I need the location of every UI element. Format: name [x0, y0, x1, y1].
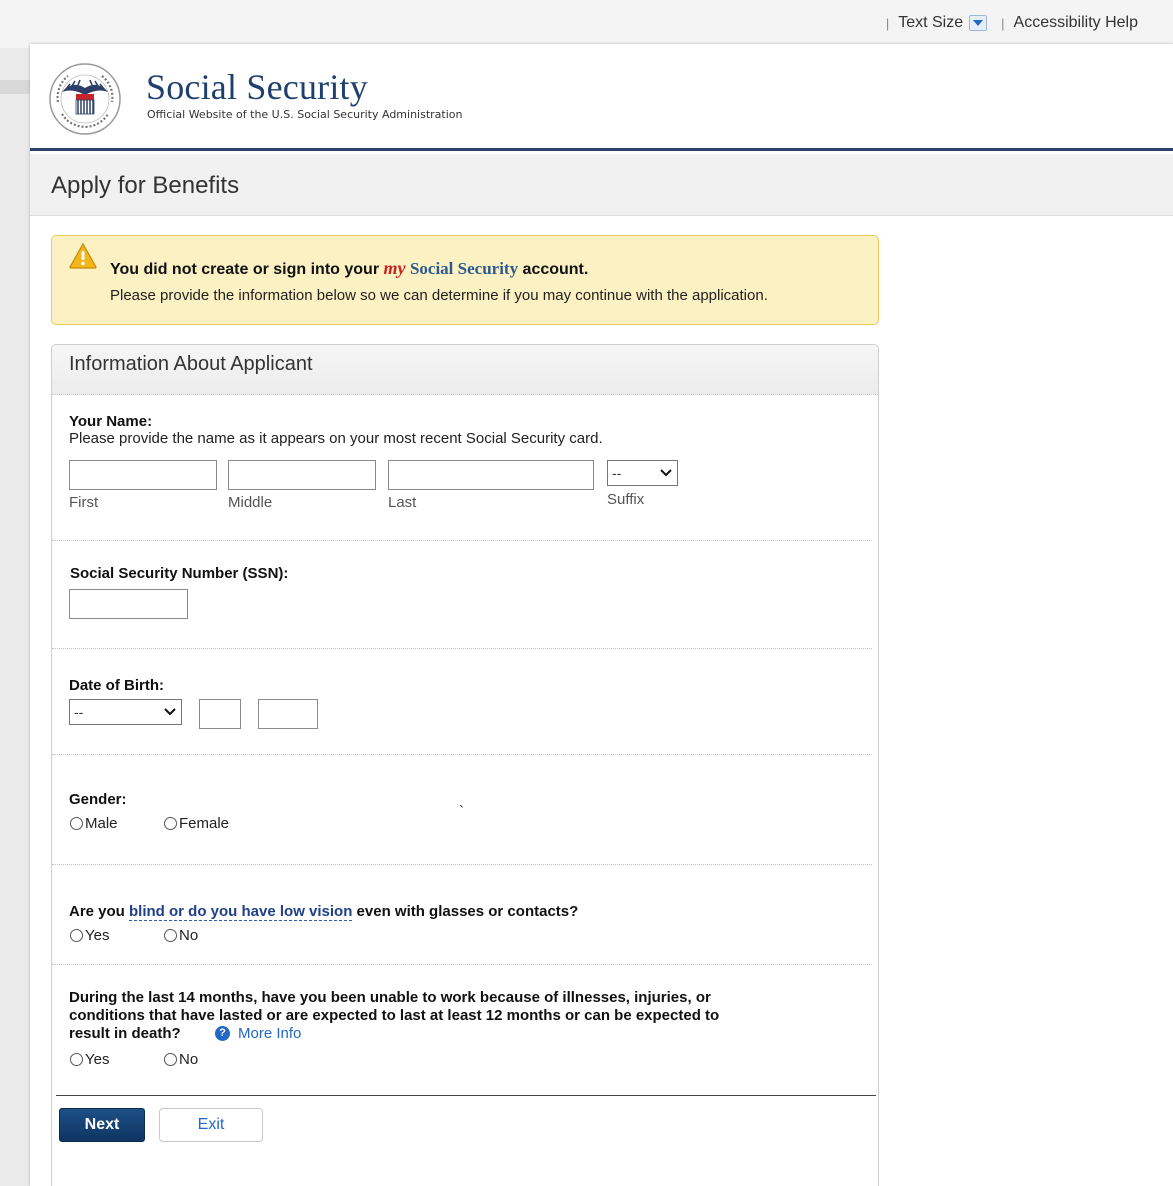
more-info-link[interactable]: ? More Info [215, 1025, 301, 1042]
accessibility-help-link[interactable]: Accessibility Help [1014, 14, 1138, 32]
gender-male-radio[interactable]: Male [70, 815, 118, 832]
page-title: Apply for Benefits [51, 172, 240, 199]
ssn-input[interactable] [69, 589, 188, 619]
blind-yes-radio[interactable]: Yes [70, 927, 109, 944]
last-name-input[interactable] [388, 460, 594, 490]
first-name-input[interactable] [69, 460, 217, 490]
first-name-label: First [69, 494, 99, 511]
name-section: Your Name: Please provide the name as it… [52, 395, 872, 541]
site-title[interactable]: Social Security [146, 66, 368, 108]
disability-yes-radio[interactable]: Yes [70, 1051, 109, 1068]
gender-section: Gender: Male Female ` [52, 755, 872, 865]
disability-no-label: No [179, 1051, 199, 1068]
blind-definition-link[interactable]: blind or do you have low vision [129, 903, 353, 921]
blind-question-pre: Are you [69, 903, 130, 920]
panel-title: Information About Applicant [69, 353, 313, 375]
panel-header: Information About Applicant [52, 345, 878, 395]
chevron-down-icon [164, 708, 176, 716]
text-size-dropdown-icon[interactable] [969, 15, 988, 31]
alert-social-security-text: Social Security [409, 259, 519, 278]
blind-section: Are you blind or do you have low vision … [52, 865, 872, 965]
separator: | [885, 15, 890, 31]
disability-question-line2: conditions that have lasted or are expec… [69, 1007, 720, 1024]
radio-circle-icon [164, 929, 177, 942]
dob-label: Date of Birth: [69, 677, 164, 694]
suffix-select-value: -- [612, 465, 622, 481]
site-header: Social Security Official Website of the … [30, 44, 1173, 151]
utility-bar: | Text Size | Accessibility Help [0, 0, 1173, 48]
chevron-down-icon [660, 469, 672, 477]
help-question-icon: ? [215, 1026, 230, 1041]
last-name-label: Last [388, 494, 417, 511]
page-shell: Social Security Official Website of the … [30, 44, 1173, 1186]
middle-name-input[interactable] [228, 460, 376, 490]
dob-year-input[interactable] [258, 699, 318, 729]
disability-no-radio[interactable]: No [164, 1051, 198, 1068]
alert-heading-post: account. [518, 261, 589, 278]
applicant-info-panel: Information About Applicant Your Name: P… [51, 344, 879, 1186]
account-alert: You did not create or sign into your my … [51, 235, 879, 325]
name-label: Your Name: [69, 413, 153, 430]
disability-question-line3: result in death? [69, 1025, 181, 1042]
page-title-bar: Apply for Benefits [30, 154, 1173, 216]
disability-question-line1: During the last 14 months, have you been… [69, 989, 711, 1006]
radio-circle-icon [164, 817, 177, 830]
left-band [0, 80, 30, 94]
gender-label: Gender: [69, 791, 127, 808]
blind-question: Are you blind or do you have low vision … [69, 903, 579, 921]
alert-heading-pre: You did not create or sign into your [110, 261, 384, 278]
radio-circle-icon [164, 1053, 177, 1066]
gender-female-radio[interactable]: Female [164, 815, 229, 832]
suffix-label: Suffix [607, 491, 645, 508]
alert-heading: You did not create or sign into your my … [110, 258, 588, 279]
ssa-seal-logo[interactable] [48, 62, 122, 136]
site-subtitle: Official Website of the U.S. Social Secu… [147, 108, 463, 121]
blind-no-radio[interactable]: No [164, 927, 198, 944]
gender-female-label: Female [179, 815, 230, 832]
stray-mark: ` [459, 803, 464, 820]
radio-circle-icon [70, 929, 83, 942]
radio-circle-icon [70, 1053, 83, 1066]
blind-yes-label: Yes [85, 927, 110, 944]
utility-items: | Text Size | Accessibility Help [886, 14, 1138, 32]
blind-no-label: No [179, 927, 199, 944]
disability-yes-label: Yes [85, 1051, 110, 1068]
dob-month-value: -- [74, 704, 84, 720]
text-size-link[interactable]: Text Size [898, 14, 963, 32]
middle-name-label: Middle [228, 494, 273, 511]
warning-icon [69, 242, 97, 269]
exit-button[interactable]: Exit [159, 1108, 263, 1142]
footer-divider [56, 1095, 876, 1096]
dob-day-input[interactable] [199, 699, 241, 729]
gender-male-label: Male [85, 815, 118, 832]
radio-circle-icon [70, 817, 83, 830]
separator: | [1001, 15, 1005, 31]
dob-section: Date of Birth: -- [52, 649, 872, 755]
more-info-label: More Info [238, 1025, 302, 1042]
alert-my-text: my [383, 258, 406, 278]
ssn-section: Social Security Number (SSN): [52, 541, 872, 649]
disability-section: During the last 14 months, have you been… [52, 965, 872, 1093]
alert-message: Please provide the information below so … [110, 287, 768, 304]
suffix-select[interactable]: -- [607, 460, 678, 486]
next-button[interactable]: Next [59, 1108, 145, 1142]
blind-question-post: even with glasses or contacts? [352, 903, 579, 920]
name-instructions: Please provide the name as it appears on… [69, 430, 603, 447]
dob-month-select[interactable]: -- [69, 699, 182, 725]
ssn-label: Social Security Number (SSN): [70, 565, 289, 582]
